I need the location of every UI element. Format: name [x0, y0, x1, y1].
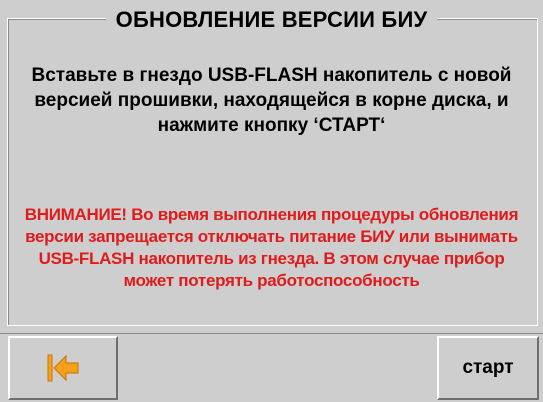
update-screen: ОБНОВЛЕНИЕ ВЕРСИИ БИУ Вставьте в гнездо …: [0, 0, 543, 402]
dialog-title-container: ОБНОВЛЕНИЕ ВЕРСИИ БИУ: [0, 7, 543, 33]
dialog-title: ОБНОВЛЕНИЕ ВЕРСИИ БИУ: [105, 7, 438, 33]
instruction-text: Вставьте в гнездо USB-FLASH накопитель с…: [31, 65, 512, 136]
start-button[interactable]: старт: [437, 336, 539, 400]
start-button-label: старт: [462, 357, 514, 378]
back-to-start-icon: [45, 353, 81, 383]
back-button[interactable]: [8, 336, 118, 400]
warning-text: ВНИМАНИЕ! Во время выполнения процедуры …: [24, 205, 519, 290]
bottom-button-bar: старт: [0, 333, 543, 402]
